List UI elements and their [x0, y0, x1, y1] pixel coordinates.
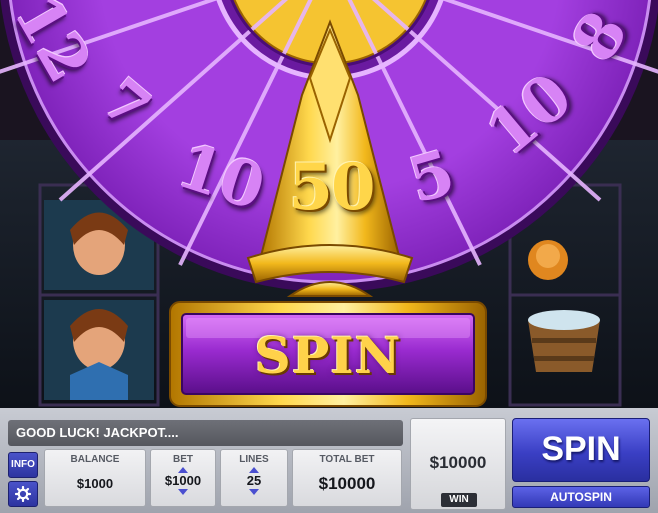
lines-panel: LINES 25 [220, 449, 288, 507]
pointer-value: 50 [288, 150, 375, 225]
bet-panel: BET $1000 [150, 449, 216, 507]
spin-banner-button[interactable]: SPIN [178, 316, 478, 394]
settings-button[interactable] [8, 481, 38, 507]
win-label: WIN [441, 493, 477, 507]
autospin-button[interactable]: AUTOSPIN [512, 486, 650, 508]
info-button[interactable]: INFO [8, 452, 38, 478]
bottom-hud: GOOD LUCK! JACKPOT.... INFO BALANCE $100… [0, 408, 658, 513]
win-panel: $10000 WIN [410, 418, 506, 510]
spin-banner-label: SPIN [254, 326, 402, 385]
game-screen: 12 7 10 8 10 5 50 SPIN GOOD LUCK! JACKPO… [0, 0, 658, 513]
win-value: $10000 [429, 453, 487, 472]
gear-icon [14, 485, 32, 503]
total-bet-panel: TOTAL BET $10000 [292, 449, 402, 507]
lines-title: LINES [239, 454, 269, 465]
lines-decrease-arrow-icon[interactable] [249, 489, 259, 495]
balance-panel: BALANCE $1000 [44, 449, 146, 507]
spin-button[interactable]: SPIN [512, 418, 650, 482]
bet-value: $1000 [164, 473, 202, 488]
message-bar: GOOD LUCK! JACKPOT.... [8, 420, 403, 446]
lines-value: 25 [246, 473, 262, 488]
balance-value: $1000 [76, 476, 114, 491]
bet-title: BET [173, 454, 193, 465]
bet-decrease-arrow-icon[interactable] [178, 489, 188, 495]
balance-title: BALANCE [70, 454, 120, 465]
total-bet-value: $10000 [318, 474, 376, 493]
total-bet-title: TOTAL BET [319, 454, 375, 465]
